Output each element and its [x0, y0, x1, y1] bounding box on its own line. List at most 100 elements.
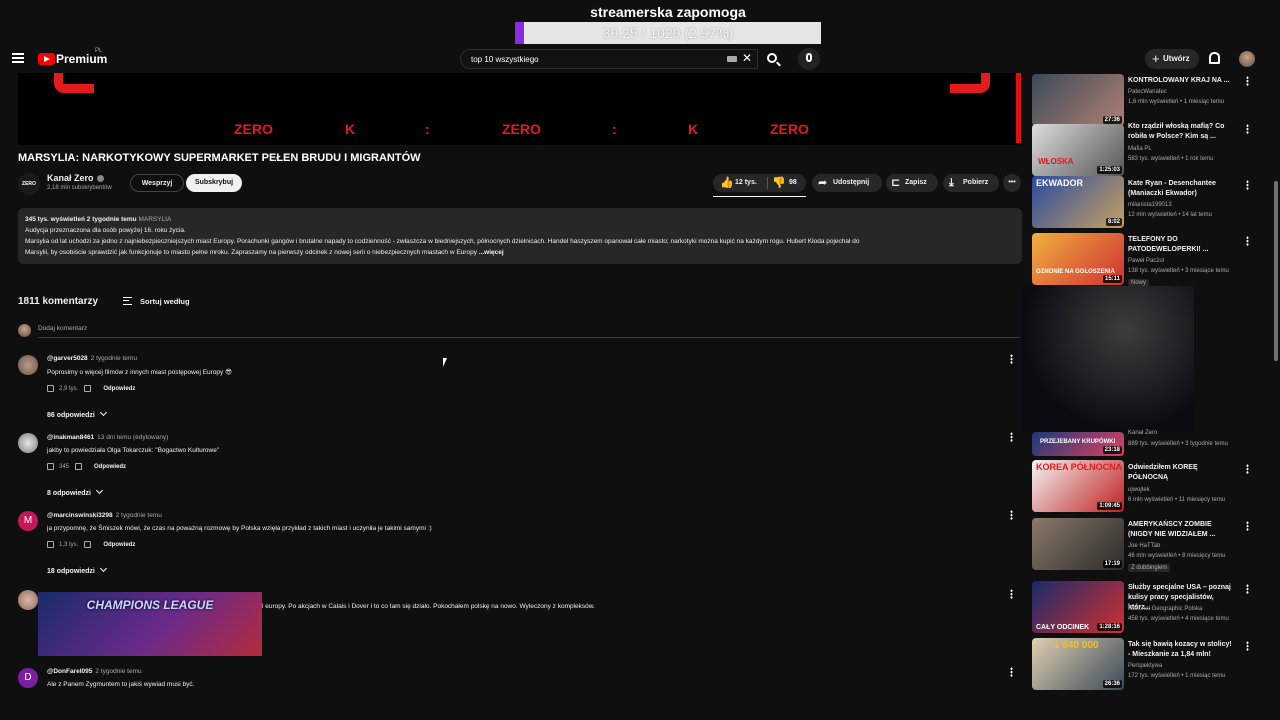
comment-avatar[interactable]: [18, 355, 38, 375]
sidebar-menu-icon[interactable]: [1246, 464, 1249, 474]
channel-avatar[interactable]: ZERO: [18, 173, 40, 195]
keyboard-icon[interactable]: [727, 56, 737, 62]
channel-name[interactable]: Kanał Zero: [47, 173, 104, 183]
sidebar-menu-icon[interactable]: [1246, 521, 1249, 531]
search-input[interactable]: top 10 wszystkiego ✕: [460, 49, 758, 69]
account-avatar[interactable]: [1239, 51, 1255, 67]
comment-time[interactable]: 2 tygodnie temu: [116, 512, 162, 519]
reply-button[interactable]: Odpowiedz: [103, 386, 135, 392]
sidebar-video-title[interactable]: Odwiedziłem KOREĘ PÓŁNOCNĄ: [1128, 463, 1236, 483]
comment-author-name[interactable]: @DonFarel095: [47, 668, 92, 675]
comment-menu-icon[interactable]: [1010, 667, 1013, 677]
thumbs-up-icon[interactable]: [47, 385, 54, 392]
create-button[interactable]: + Utwórz: [1145, 49, 1199, 69]
sidebar-thumbnail[interactable]: 27:36: [1032, 74, 1124, 126]
sidebar-thumbnail[interactable]: OZNONIE NA OGŁOSZENIA 15:11: [1032, 233, 1124, 285]
sidebar-channel[interactable]: Mafia PL: [1128, 146, 1152, 152]
replies-count[interactable]: 18 odpowiedzi: [47, 568, 95, 575]
comment-author[interactable]: @garver5028 2 tygodnie temu: [47, 355, 137, 362]
search-button[interactable]: [760, 49, 786, 69]
notifications-bell-icon[interactable]: [1209, 52, 1220, 64]
sidebar-menu-icon[interactable]: [1246, 641, 1249, 651]
more-actions-button[interactable]: •••: [1003, 174, 1021, 192]
video-player[interactable]: ZERO K : ZERO : K ZERO: [18, 73, 1022, 145]
thumbs-up-icon[interactable]: [47, 463, 54, 470]
youtube-logo-icon[interactable]: [38, 53, 55, 65]
thumbs-up-icon[interactable]: 👍: [720, 174, 734, 192]
voice-search-button[interactable]: [798, 48, 820, 70]
comment-avatar[interactable]: M: [18, 511, 38, 531]
comment-author-name[interactable]: @garver5028: [47, 355, 88, 362]
sidebar-scrollbar[interactable]: [1274, 73, 1278, 693]
sidebar-video-title[interactable]: AMERYKAŃSCY ZOMBIE (NIGDY NIE WIDZIAŁEM …: [1128, 520, 1236, 540]
sidebar-channel[interactable]: ojwojtek: [1128, 487, 1150, 493]
thumbs-down-icon[interactable]: [75, 463, 83, 470]
sidebar-channel[interactable]: Joe HaTTab: [1128, 543, 1160, 549]
sidebar-thumbnail[interactable]: PRZEJEBANY KRUPÓWKI 23:18: [1032, 432, 1124, 456]
description-box[interactable]: 345 tys. wyświetleń 2 tygodnie temu MARS…: [18, 208, 1022, 264]
sort-icon[interactable]: [123, 297, 132, 305]
replies-count[interactable]: 86 odpowiedzi: [47, 412, 95, 419]
comment-menu-icon[interactable]: [1010, 354, 1013, 364]
sidebar-thumbnail[interactable]: 17:19: [1032, 518, 1124, 570]
comment-time[interactable]: 2 tygodnie temu: [95, 668, 141, 675]
sidebar-thumbnail[interactable]: 1 840 000 26:36: [1032, 638, 1124, 690]
sidebar-video-title[interactable]: Tak się bawią kozacy w stolicy! - Mieszk…: [1128, 640, 1236, 660]
comment-author-name[interactable]: @marcinswinski3298: [47, 512, 113, 519]
sidebar-menu-icon[interactable]: [1246, 76, 1249, 86]
thumbs-down-icon[interactable]: [84, 385, 92, 392]
sidebar-thumbnail[interactable]: KOREA PÓŁNOCNA 1:09:45: [1032, 460, 1124, 512]
replies-toggle[interactable]: 86 odpowiedzi: [47, 408, 107, 419]
scrollbar-thumb[interactable]: [1274, 181, 1278, 361]
comment-avatar[interactable]: [18, 590, 38, 610]
support-button[interactable]: Wesprzyj: [130, 174, 184, 192]
comment-author[interactable]: @marcinswinski3298 2 tygodnie temu: [47, 512, 162, 519]
sidebar-video-title[interactable]: KONTROLOWANY KRAJ NA ...: [1128, 76, 1236, 86]
channel-name-text[interactable]: Kanał Zero: [47, 173, 94, 183]
search-query[interactable]: top 10 wszystkiego: [471, 55, 539, 64]
hamburger-menu-icon[interactable]: [12, 53, 24, 63]
description-more-link[interactable]: ...więcej: [479, 249, 504, 256]
comment-time[interactable]: 13 dni temu (edytowany): [97, 434, 168, 441]
replies-toggle[interactable]: 8 odpowiedzi: [47, 486, 103, 497]
clear-search-icon[interactable]: ✕: [742, 51, 752, 65]
comment-menu-icon[interactable]: [1010, 432, 1013, 442]
thumbs-down-icon[interactable]: 👎: [772, 174, 786, 192]
comment-author[interactable]: @DonFarel095 2 tygodnie temu: [47, 668, 142, 675]
comment-author-name[interactable]: @inakman8461: [47, 434, 94, 441]
download-button[interactable]: ⤓ Pobierz: [943, 174, 999, 192]
sort-button[interactable]: Sortuj według: [140, 297, 190, 306]
sidebar-menu-icon[interactable]: [1246, 236, 1249, 246]
sidebar-channel[interactable]: PatecWariatec: [1128, 89, 1167, 95]
sidebar-thumbnail[interactable]: WŁOSKA 1:25:03: [1032, 124, 1124, 176]
sidebar-channel[interactable]: Perspektywa: [1128, 663, 1162, 669]
sidebar-menu-icon[interactable]: [1246, 124, 1249, 134]
dislike-count[interactable]: 98: [789, 174, 797, 192]
thumbs-down-icon[interactable]: [84, 541, 92, 548]
sidebar-channel[interactable]: milanista199013: [1128, 202, 1172, 208]
sidebar-video-title[interactable]: TELEFONY DO PATODEWELOPERKI! ...: [1128, 235, 1236, 255]
comment-author[interactable]: @inakman8461 13 dni temu (edytowany): [47, 434, 168, 441]
reply-button[interactable]: Odpowiedz: [94, 464, 126, 470]
comment-avatar[interactable]: [18, 433, 38, 453]
save-button[interactable]: ⊏ Zapisz: [886, 174, 938, 192]
replies-toggle[interactable]: 18 odpowiedzi: [47, 564, 107, 575]
like-count[interactable]: 12 tys.: [735, 174, 757, 192]
logo-text[interactable]: Premium: [56, 52, 107, 66]
description-tag[interactable]: MARSYLIA: [138, 216, 171, 223]
sidebar-channel[interactable]: Kanał Zero: [1128, 430, 1157, 436]
sidebar-video-title[interactable]: Kto rządził włoską mafią? Co robiła w Po…: [1128, 122, 1236, 142]
sidebar-channel[interactable]: Paweł Pacżul: [1128, 258, 1164, 264]
sidebar-thumbnail[interactable]: EKWADOR 8:02: [1032, 176, 1124, 228]
sidebar-video-title[interactable]: Kate Ryan - Desenchantee (Maniaczki Ekwa…: [1128, 179, 1236, 199]
sidebar-menu-icon[interactable]: [1246, 584, 1249, 594]
subscribe-button[interactable]: Subskrybuj: [186, 174, 242, 192]
sidebar-menu-icon[interactable]: [1246, 180, 1249, 190]
comment-menu-icon[interactable]: [1010, 589, 1013, 599]
comment-time[interactable]: 2 tygodnie temu: [91, 355, 137, 362]
sidebar-thumbnail[interactable]: CAŁY ODCINEK 1:28:16: [1032, 581, 1124, 633]
add-comment-input[interactable]: Dodaj komentarz: [38, 325, 1020, 338]
reply-button[interactable]: Odpowiedz: [103, 542, 135, 548]
sidebar-channel[interactable]: National Geographic Polska: [1128, 606, 1202, 612]
share-button[interactable]: ➦ Udostępnij: [812, 174, 882, 192]
